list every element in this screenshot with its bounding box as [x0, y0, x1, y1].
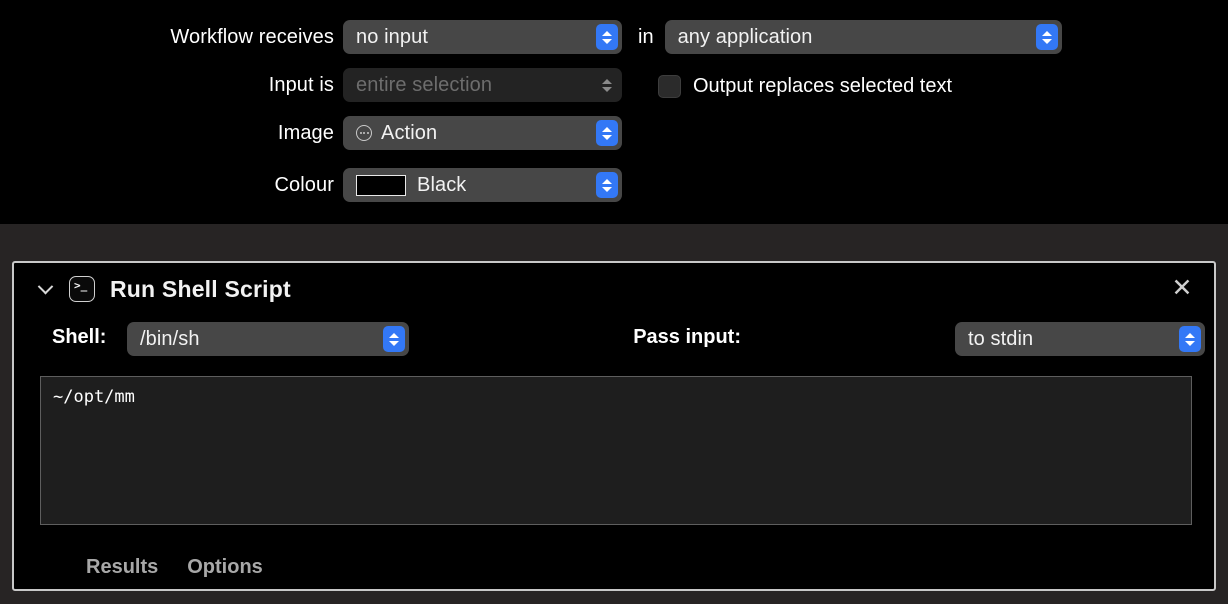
colour-row: Colour Black: [0, 168, 622, 202]
pass-input-value: to stdin: [968, 327, 1034, 350]
in-label: in: [638, 25, 654, 48]
shell-value: /bin/sh: [140, 327, 200, 350]
output-replaces-label: Output replaces selected text: [693, 74, 953, 97]
input-is-dropdown: entire selection: [343, 68, 622, 102]
workflow-receives-dropdown[interactable]: no input: [343, 20, 622, 54]
image-row: Image Action: [0, 116, 622, 150]
script-content: ~/opt/mm: [53, 387, 135, 407]
chevron-up-icon: [1041, 30, 1052, 36]
colour-label: Colour: [274, 173, 334, 196]
chevron-updown-icon[interactable]: [1179, 326, 1201, 352]
colour-swatch: [356, 174, 406, 196]
colour-dropdown[interactable]: Black: [343, 168, 622, 202]
action-tab-bar: Results Options: [14, 556, 263, 579]
chevron-up-icon: [602, 78, 612, 84]
chevron-down-icon: [602, 186, 612, 192]
application-value: any application: [677, 25, 813, 48]
action-title: Run Shell Script: [110, 275, 291, 302]
image-value: Action: [381, 121, 438, 144]
shell-label: Shell:: [52, 326, 107, 348]
input-is-row: Input is entire selection: [0, 68, 622, 102]
terminal-icon: >_: [69, 276, 95, 302]
disclosure-triangle-icon[interactable]: [34, 278, 56, 300]
chevron-down-icon: [602, 86, 612, 92]
chevron-updown-icon: [596, 72, 618, 98]
input-is-label: Input is: [268, 73, 334, 96]
chevron-updown-icon[interactable]: [596, 172, 618, 198]
shell-settings-row: Shell: /bin/sh Pass input: to stdin: [14, 317, 1214, 361]
workflow-settings-panel: Workflow receives no input in any applic…: [0, 0, 1228, 224]
chevron-up-icon: [602, 126, 612, 132]
chevron-down-icon: [389, 340, 399, 346]
chevron-down-icon: [602, 134, 612, 140]
output-replaces-checkbox[interactable]: [658, 74, 681, 98]
output-replaces-checkbox-row[interactable]: Output replaces selected text: [658, 72, 952, 100]
chevron-down-icon: [602, 38, 612, 44]
image-label: Image: [277, 121, 334, 144]
pass-input-dropdown[interactable]: to stdin: [955, 322, 1205, 356]
tab-options[interactable]: Options: [187, 556, 263, 579]
chevron-up-icon: [602, 178, 612, 184]
action-gear-icon: [356, 125, 372, 141]
colour-value: Black: [417, 173, 467, 196]
chevron-down-icon: [1041, 38, 1052, 44]
script-editor[interactable]: ~/opt/mm: [40, 376, 1192, 525]
workflow-receives-row: Workflow receives no input in any applic…: [0, 20, 1062, 54]
action-header: >_ Run Shell Script ✕: [14, 263, 1214, 315]
terminal-prompt-glyph: >_: [74, 279, 88, 292]
chevron-updown-icon[interactable]: [596, 120, 618, 146]
chevron-up-icon: [602, 30, 612, 36]
input-is-value: entire selection: [356, 73, 493, 96]
shell-dropdown[interactable]: /bin/sh: [127, 322, 409, 356]
chevron-updown-icon[interactable]: [596, 24, 618, 50]
workflow-receives-value: no input: [356, 25, 428, 48]
workflow-receives-label: Workflow receives: [170, 25, 334, 48]
application-dropdown[interactable]: any application: [664, 20, 1062, 54]
chevron-down-icon: [1185, 340, 1195, 346]
tab-results[interactable]: Results: [86, 556, 158, 579]
run-shell-script-action-card: >_ Run Shell Script ✕ Shell: /bin/sh Pas…: [12, 261, 1216, 591]
chevron-up-icon: [389, 332, 399, 338]
pass-input-label: Pass input:: [633, 326, 741, 348]
close-icon[interactable]: ✕: [1170, 276, 1194, 301]
chevron-updown-icon[interactable]: [1035, 24, 1058, 50]
chevron-updown-icon[interactable]: [383, 326, 405, 352]
image-dropdown[interactable]: Action: [343, 116, 622, 150]
chevron-up-icon: [1185, 332, 1195, 338]
